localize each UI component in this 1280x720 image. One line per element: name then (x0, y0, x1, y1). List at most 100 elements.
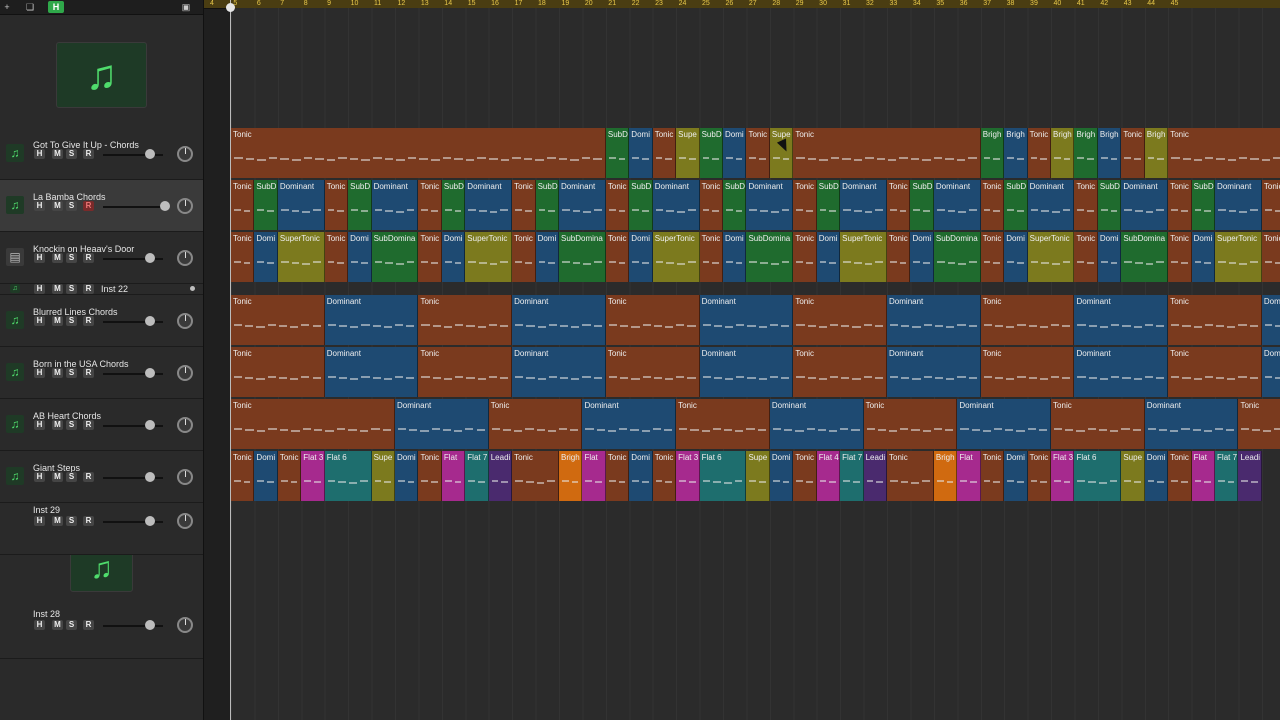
midi-region[interactable]: SuperTonic (840, 232, 888, 282)
midi-region[interactable]: Dominant (559, 180, 606, 230)
mute-button[interactable]: M (52, 472, 63, 482)
midi-region[interactable]: Tonic (605, 295, 700, 345)
record-button[interactable]: R (83, 472, 94, 482)
midi-region[interactable]: Leadi (488, 451, 513, 501)
midi-region[interactable]: Domi (629, 232, 653, 282)
midi-region[interactable]: Tonic (793, 295, 888, 345)
midi-region[interactable]: Dom (1261, 295, 1280, 345)
midi-region[interactable]: Dominant (395, 399, 489, 449)
midi-region[interactable]: Tonic (1168, 180, 1192, 230)
mute-button[interactable]: M (52, 420, 63, 430)
midi-region[interactable]: Dominant (840, 180, 888, 230)
midi-region[interactable]: Tonic (676, 399, 770, 449)
hide-tracks-button[interactable]: H (48, 1, 64, 13)
midi-region[interactable]: Flat 4 (816, 451, 841, 501)
midi-region[interactable]: Tonic (1027, 451, 1052, 501)
record-button[interactable]: R (83, 620, 94, 630)
midi-region[interactable]: Dominant (746, 180, 794, 230)
midi-region[interactable]: Domi (535, 232, 559, 282)
midi-region[interactable]: Dominant (699, 347, 794, 397)
midi-region[interactable]: Tonic (231, 180, 255, 230)
midi-region[interactable]: Domi (1144, 451, 1169, 501)
midi-region[interactable]: SubD (254, 180, 278, 230)
hide-button[interactable]: H (34, 149, 45, 159)
add-track-icon[interactable]: + (2, 1, 12, 13)
midi-region[interactable]: SubD (723, 180, 747, 230)
midi-region[interactable]: Dominant (699, 295, 794, 345)
hide-button[interactable]: H (34, 368, 45, 378)
pan-knob[interactable] (177, 313, 193, 329)
volume-slider-knob[interactable] (145, 316, 155, 326)
midi-region[interactable]: SubD (1004, 180, 1028, 230)
track-header[interactable]: ♫Inst 28HMSR (0, 607, 203, 659)
volume-slider-knob[interactable] (145, 620, 155, 630)
midi-region[interactable]: Tonic (1168, 295, 1262, 345)
midi-region[interactable]: Domi (1191, 232, 1216, 282)
midi-region[interactable]: Dominant (1144, 399, 1239, 449)
midi-region[interactable]: Brigh (980, 128, 1005, 178)
solo-button[interactable]: S (66, 620, 77, 630)
midi-region[interactable]: Tonic (793, 180, 817, 230)
midi-region[interactable]: Domi (816, 232, 841, 282)
midi-region[interactable]: Tonic (277, 451, 302, 501)
mute-button[interactable]: M (52, 201, 63, 211)
mute-button[interactable]: M (52, 516, 63, 526)
pan-knob[interactable] (177, 146, 193, 162)
midi-region[interactable]: Flat 3 (676, 451, 700, 501)
midi-region[interactable]: Supe (1121, 451, 1145, 501)
midi-region[interactable]: Dominant (1121, 180, 1169, 230)
midi-region[interactable]: Tonic (605, 451, 630, 501)
track-lane[interactable] (231, 284, 1280, 295)
pan-knob[interactable] (177, 365, 193, 381)
midi-region[interactable]: Domi (629, 451, 653, 501)
midi-region[interactable]: Supe (371, 451, 395, 501)
midi-region[interactable]: Tonic (1168, 347, 1262, 397)
hide-button[interactable]: H (34, 201, 45, 211)
midi-region[interactable]: Tonic (887, 180, 911, 230)
record-button[interactable]: R (83, 368, 94, 378)
midi-region[interactable]: Domi (1097, 232, 1122, 282)
midi-region[interactable]: Tonic (887, 232, 911, 282)
track-lane[interactable]: Tonic Domi SuperTonic Tonic Domi SubDomina Ton… (231, 232, 1280, 282)
midi-region[interactable]: Tonic (512, 232, 536, 282)
midi-region[interactable]: Tonic (231, 232, 255, 282)
midi-region[interactable]: SuperTonic (277, 232, 325, 282)
midi-region[interactable]: SubDomina (746, 232, 794, 282)
record-button[interactable]: R (83, 253, 94, 263)
midi-region[interactable]: Tonic (1121, 128, 1145, 178)
midi-region[interactable]: Flat 7 (1215, 451, 1239, 501)
midi-region[interactable]: Brigh (933, 451, 958, 501)
midi-region[interactable]: SuperTonic (465, 232, 513, 282)
hide-button[interactable]: H (34, 620, 45, 630)
hide-button[interactable]: H (34, 472, 45, 482)
midi-region[interactable]: Tonic (699, 232, 724, 282)
midi-region[interactable]: Tonic (793, 347, 888, 397)
midi-region[interactable]: Brigh (1144, 128, 1169, 178)
midi-region[interactable]: Tonic (231, 347, 325, 397)
midi-region[interactable]: Tonic (793, 128, 981, 178)
midi-region[interactable]: SuperTonic (1215, 232, 1262, 282)
volume-slider-knob[interactable] (145, 368, 155, 378)
midi-region[interactable]: Tonic (1027, 128, 1052, 178)
midi-region[interactable]: Domi (348, 232, 372, 282)
midi-region[interactable]: Domi (910, 232, 934, 282)
midi-region[interactable]: Flat 3 (1051, 451, 1075, 501)
solo-button[interactable]: S (66, 368, 77, 378)
track-lane[interactable]: Tonic Dominant Tonic Dominant Tonic Dominant T… (231, 347, 1280, 397)
volume-slider-knob[interactable] (145, 253, 155, 263)
pan-knob[interactable] (177, 250, 193, 266)
midi-region[interactable]: Dominant (1027, 180, 1075, 230)
track-name[interactable]: Inst 28 (33, 609, 60, 619)
midi-region[interactable]: Tonic (1168, 128, 1280, 178)
midi-region[interactable]: Tonic (512, 451, 560, 501)
mute-button[interactable]: M (52, 316, 63, 326)
midi-region[interactable]: SubD (535, 180, 559, 230)
track-header[interactable]: ▤ Knockin on Heaav's Door H M S R (0, 232, 203, 284)
track-lane[interactable]: Tonic Dominant Tonic Dominant Tonic Dominant T… (231, 399, 1280, 449)
solo-button[interactable]: S (66, 472, 77, 482)
midi-region[interactable]: Dominant (652, 180, 700, 230)
track-header[interactable]: ♫ AB Heart Chords H M S R (0, 399, 203, 451)
midi-region[interactable]: Flat 7 (840, 451, 864, 501)
midi-region[interactable]: SubDomina (933, 232, 981, 282)
record-button[interactable]: R (83, 284, 94, 294)
